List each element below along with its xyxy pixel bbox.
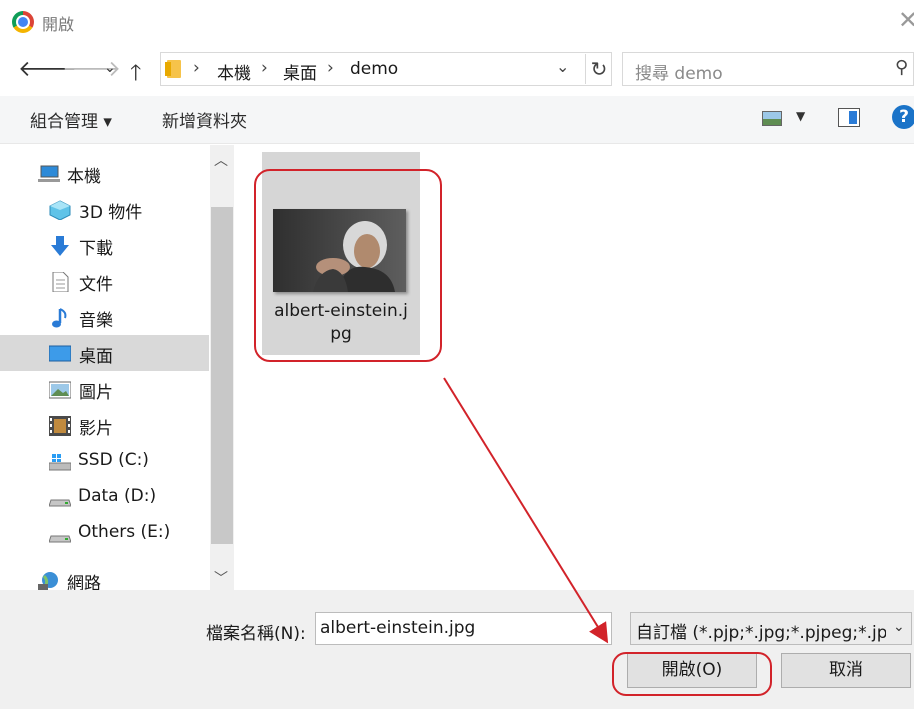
breadcrumb-demo[interactable]: demo — [350, 59, 398, 79]
sidebar-item-label: 音樂 — [79, 311, 113, 331]
windows-drive-icon — [49, 454, 71, 471]
desktop-icon — [49, 345, 71, 362]
refresh-icon[interactable]: ↻ — [585, 54, 612, 84]
annotation-highlight-file — [254, 169, 442, 362]
sidebar-item-label: Others (E:) — [78, 522, 171, 542]
sidebar-item-label: 影片 — [79, 419, 113, 439]
filename-value: albert-einstein.jpg — [320, 618, 476, 638]
sidebar-item-label: 本機 — [67, 167, 101, 187]
network-icon — [38, 572, 58, 590]
title-bar: 開啟 ✕ — [0, 0, 914, 44]
sidebar-item-label: 桌面 — [79, 347, 113, 367]
scroll-up-chevron-icon[interactable]: ︿ — [214, 150, 228, 170]
chrome-icon — [12, 11, 34, 33]
drive-icon — [49, 499, 71, 507]
sidebar-item-music[interactable]: 音樂 — [0, 299, 209, 335]
filename-field[interactable]: albert-einstein.jpg ⌄ — [315, 612, 612, 645]
pictures-icon — [49, 381, 71, 399]
sidebar-item-documents[interactable]: 文件 — [0, 263, 209, 299]
sidebar-item-desktop[interactable]: 桌面 — [0, 335, 209, 371]
sidebar-item-label: 下載 — [79, 239, 113, 259]
filename-label: 檔案名稱(N): — [206, 624, 306, 644]
sidebar-item-this-pc[interactable]: 本機 — [0, 155, 209, 191]
sidebar-item-3d-objects[interactable]: 3D 物件 — [0, 191, 209, 227]
filter-dropdown-chevron-icon[interactable]: ⌄ — [893, 619, 905, 635]
sidebar-item-label: 文件 — [79, 275, 113, 295]
sidebar-item-drive-d[interactable]: Data (D:) — [0, 479, 209, 515]
music-icon — [52, 308, 67, 328]
breadcrumb-separator-icon: › — [193, 58, 200, 78]
drive-icon — [49, 535, 71, 543]
help-icon[interactable]: ? — [892, 105, 914, 129]
sidebar-item-label: Data (D:) — [78, 486, 157, 506]
close-icon[interactable]: ✕ — [898, 6, 914, 34]
window-title: 開啟 — [42, 15, 75, 34]
file-type-filter-value: 自訂檔 (*.pjp;*.jpg;*.pjpeg;*.jpeg — [636, 623, 886, 643]
up-button[interactable]: 🡑 — [130, 56, 141, 94]
command-toolbar: 組合管理 ▾ 新增資料夾 ▼ ? — [0, 96, 914, 144]
breadcrumb-desktop[interactable]: 桌面 — [283, 59, 317, 84]
organize-button[interactable]: 組合管理 ▾ — [30, 107, 112, 132]
document-icon — [52, 272, 69, 292]
scroll-down-chevron-icon[interactable]: ﹀ — [214, 568, 228, 588]
3d-objects-icon — [49, 200, 71, 220]
sidebar-item-drive-c[interactable]: SSD (C:) — [0, 443, 209, 479]
dialog-footer: 檔案名稱(N): albert-einstein.jpg ⌄ 自訂檔 (*.pj… — [0, 590, 914, 709]
address-bar[interactable]: › 本機 › 桌面 › demo ⌄ ↻ — [160, 52, 612, 86]
cancel-button[interactable]: 取消 — [781, 653, 911, 688]
search-icon[interactable]: ⚲ — [895, 57, 908, 78]
breadcrumb-this-pc[interactable]: 本機 — [217, 59, 251, 84]
nav-scrollbar-thumb[interactable] — [211, 207, 233, 544]
view-options-icon[interactable] — [762, 111, 782, 126]
preview-pane-icon[interactable] — [838, 108, 860, 127]
view-options-dropdown-icon[interactable]: ▼ — [796, 109, 805, 123]
sidebar-item-label: 3D 物件 — [79, 203, 143, 223]
download-icon — [51, 236, 69, 256]
sidebar-item-pictures[interactable]: 圖片 — [0, 371, 209, 407]
sidebar-item-downloads[interactable]: 下載 — [0, 227, 209, 263]
sidebar-item-label: SSD (C:) — [78, 450, 149, 470]
sidebar-item-label: 圖片 — [79, 383, 113, 403]
file-type-filter-select[interactable]: 自訂檔 (*.pjp;*.jpg;*.pjpeg;*.jpeg ⌄ — [630, 612, 912, 645]
folder-icon — [165, 60, 181, 78]
breadcrumb-separator-icon: › — [261, 58, 268, 78]
recent-locations-chevron-icon[interactable]: ⌄ — [104, 60, 116, 76]
navigation-pane: 本機 3D 物件 下載 文件 音樂 桌面 圖片 影片 SSD (C:) Data… — [0, 145, 236, 594]
breadcrumb-separator-icon: › — [327, 58, 334, 78]
filename-dropdown-chevron-icon[interactable]: ⌄ — [592, 619, 604, 635]
search-placeholder: 搜尋 demo — [635, 64, 723, 84]
new-folder-button[interactable]: 新增資料夾 — [162, 107, 247, 132]
sidebar-item-videos[interactable]: 影片 — [0, 407, 209, 443]
search-input[interactable]: 搜尋 demo ⚲ — [622, 52, 914, 86]
address-dropdown-chevron-icon[interactable]: ⌄ — [556, 57, 569, 76]
sidebar-item-drive-e[interactable]: Others (E:) — [0, 515, 209, 551]
videos-icon — [49, 416, 71, 436]
annotation-highlight-open-button — [612, 652, 772, 696]
computer-icon — [38, 165, 60, 182]
